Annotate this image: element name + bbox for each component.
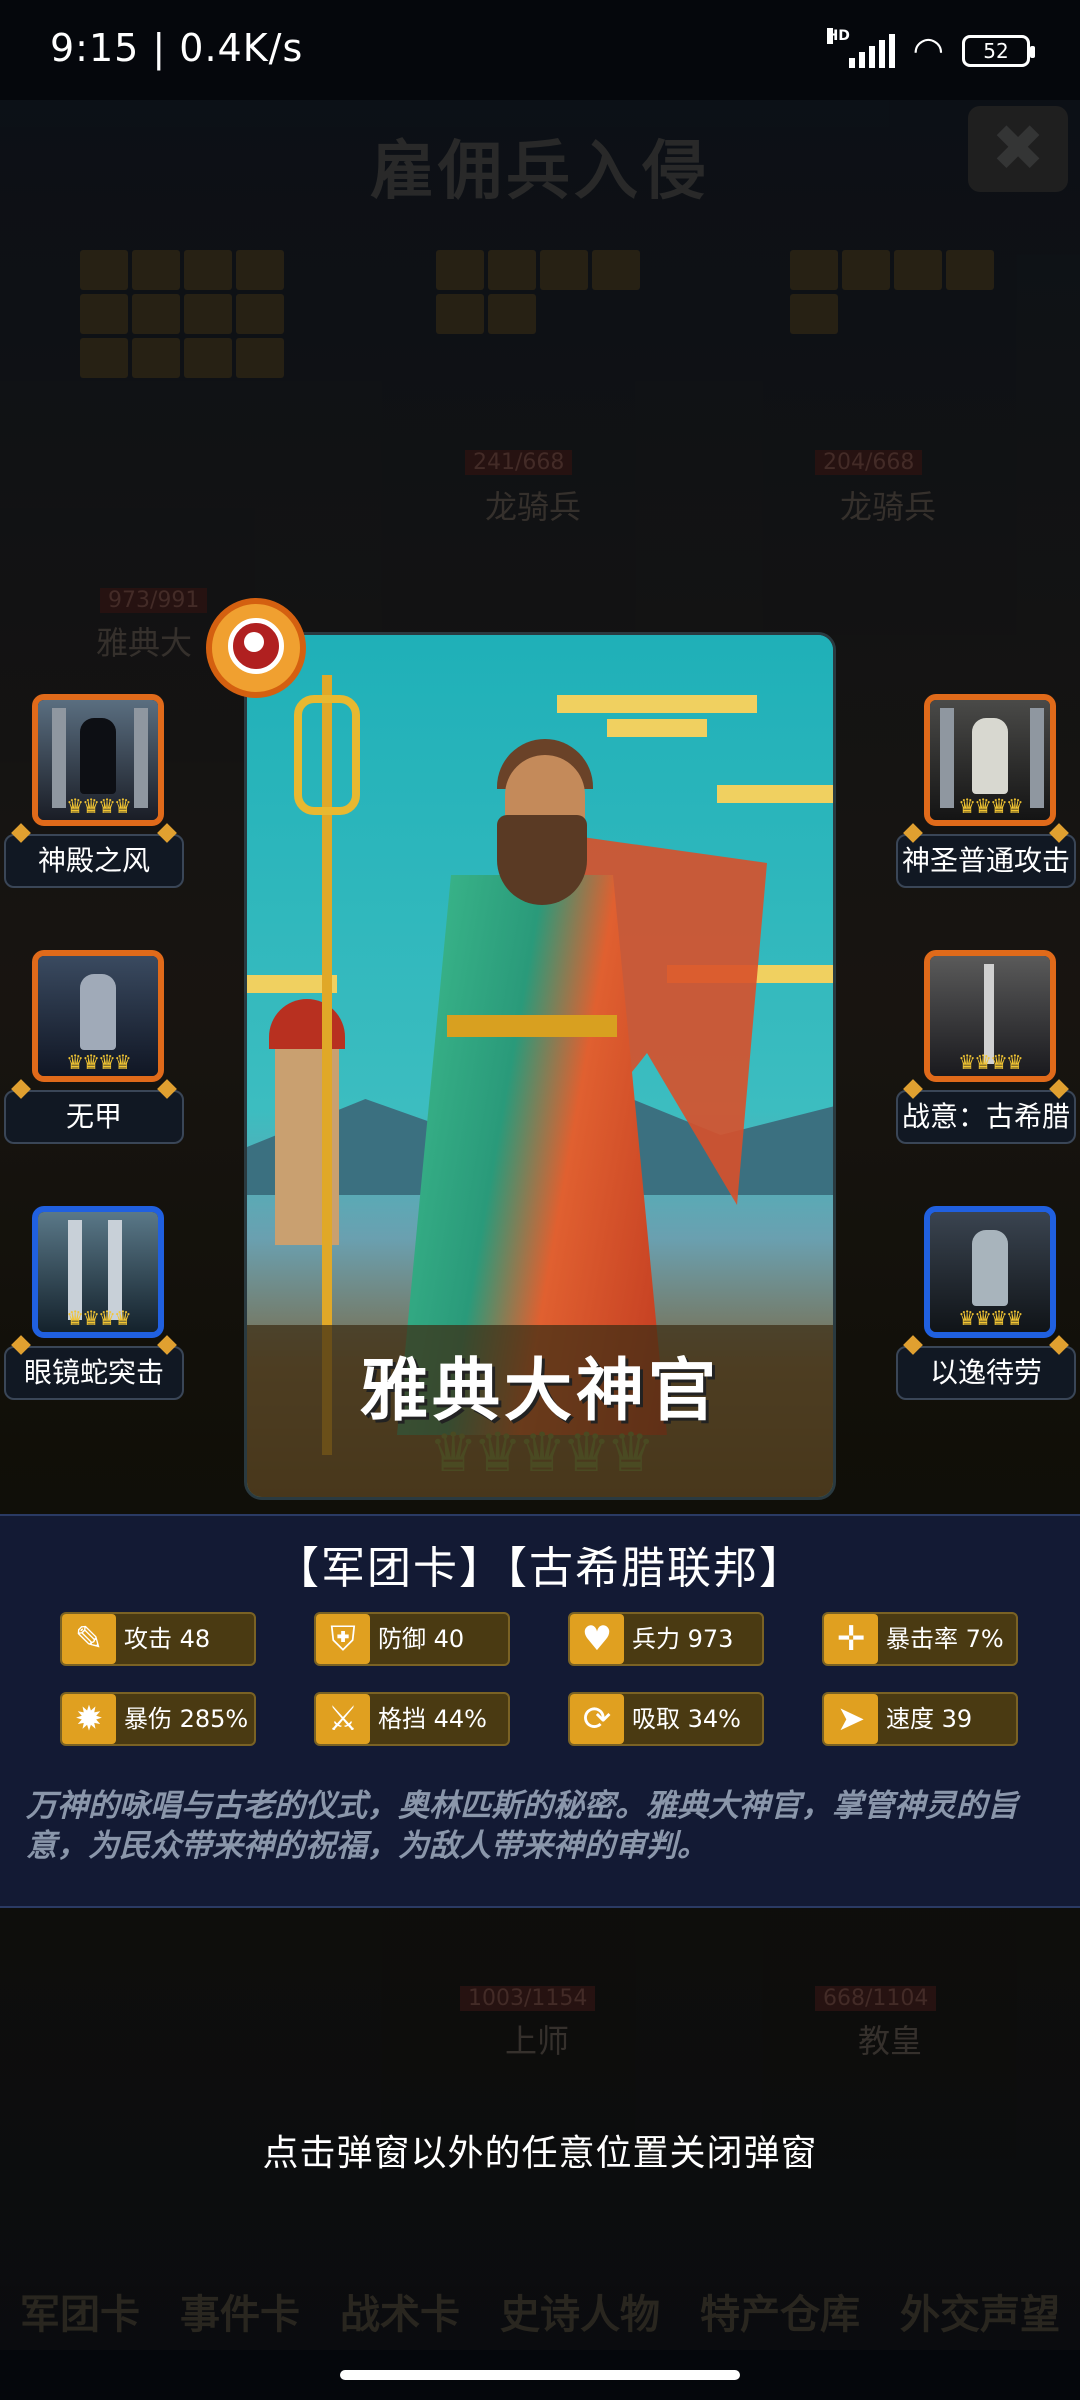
skill-no-armor[interactable]: ♛♛♛♛ 无甲 [4,950,184,1160]
stat-defense: ⛨ 防御 40 [314,1612,510,1666]
background-troop-name: 雅典大 [96,624,193,662]
nav-event-cards[interactable]: 事件卡 [180,2282,300,2340]
card-description: 万神的咏唱与古老的仪式，奥林匹斯的秘密。雅典大神官，掌管神灵的旨意，为民众带来神… [26,1788,1018,1864]
status-time-speed: 9:15 | 0.4K/s [50,26,304,70]
hero-card: 雅典大神官 ♛♛♛♛♛ [244,632,836,1500]
background-unit-grid [80,250,284,378]
nav-specialty-warehouse[interactable]: 特产仓库 [700,2282,860,2340]
skill-label: 神圣普通攻击 [896,834,1076,888]
stat-text: 防御 40 [378,1625,465,1653]
skill-frame: ♛♛♛♛ [32,1206,164,1338]
stat-text: 兵力 973 [632,1625,734,1653]
stat-text: 暴伤 285% [124,1705,249,1733]
gesture-nav-bar[interactable] [340,2370,740,2380]
stat-text: 速度 39 [886,1705,973,1733]
stat-crit-rate: ✛ 暴击率 7% [822,1612,1018,1666]
skill-frame: ♛♛♛♛ [32,950,164,1082]
stat-troops: ♥ 兵力 973 [568,1612,764,1666]
background-unit-grid [436,250,640,334]
background-troop-name: 龙骑兵 [485,488,582,526]
skill-label: 以逸待劳 [896,1346,1076,1400]
crown-rating: ♛♛♛♛ [958,1306,1024,1330]
background-troop-name: 上师 [505,2022,570,2060]
stat-text: 吸取 34% [632,1705,741,1733]
priest-beard [497,815,587,905]
crown-rating: ♛♛♛♛ [66,1050,132,1074]
boot-icon: ➤ [824,1694,878,1744]
nav-tactic-cards[interactable]: 战术卡 [340,2282,460,2340]
background-troop-name: 教皇 [858,2022,923,2060]
wifi-icon: ◠ [912,30,944,71]
background-hp-bar: 241/668 [465,450,573,475]
nav-legion-cards[interactable]: 军团卡 [20,2282,140,2340]
skill-frame: ♛♛♛♛ [924,1206,1056,1338]
crosshair-icon: ✛ [824,1614,878,1664]
crown-rating: ♛♛♛♛ [958,1050,1024,1074]
card-category-header: 【军团卡】【古希腊联邦】 [275,1543,805,1594]
skill-frame: ♛♛♛♛ [32,694,164,826]
crown-rating: ♛♛♛♛ [66,1306,132,1330]
background-hp-bar: 973/991 [100,588,208,613]
background-close-button[interactable]: ✖ [968,106,1068,192]
skill-temple-wind[interactable]: ♛♛♛♛ 神殿之风 [4,694,184,904]
skill-frame: ♛♛♛♛ [924,950,1056,1082]
crown-rating: ♛♛♛♛ [66,794,132,818]
card-name: 雅典大神官 [359,1352,720,1431]
shield-icon: ⛨ [316,1614,370,1664]
background-hp-bar: 204/668 [815,450,923,475]
heart-icon: ♥ [570,1614,624,1664]
skill-wait-at-ease[interactable]: ♛♛♛♛ 以逸待劳 [896,1206,1076,1416]
skill-war-spirit-greece[interactable]: ♛♛♛♛ 战意：古希腊 [896,950,1076,1160]
skill-cobra-strike[interactable]: ♛♛♛♛ 眼镜蛇突击 [4,1206,184,1416]
background-bottom-nav: 军团卡 事件卡 战术卡 史诗人物 特产仓库 外交声望 [0,2180,1080,2340]
stat-lifesteal: ⟳ 吸取 34% [568,1692,764,1746]
lifesteal-icon: ⟳ [570,1694,624,1744]
battery-icon: 52 [962,34,1035,67]
skill-frame: ♛♛♛♛ [924,694,1056,826]
skill-label: 无甲 [4,1090,184,1144]
stat-text: 格挡 44% [378,1705,487,1733]
attack-icon: ✎ [62,1614,116,1664]
stat-crit-damage: ✹ 暴伤 285% [60,1692,256,1746]
nav-diplomacy[interactable]: 外交声望 [900,2282,1060,2340]
crown-rating: ♛♛♛♛ [958,794,1024,818]
block-icon: ⚔ [316,1694,370,1744]
stat-speed: ➤ 速度 39 [822,1692,1018,1746]
stat-text: 暴击率 7% [886,1625,1004,1653]
stat-text: 攻击 48 [124,1625,211,1653]
priest-belt [447,1015,617,1037]
background-hp-bar: 1003/1154 [460,1986,596,2011]
skill-holy-attack[interactable]: ♛♛♛♛ 神圣普通攻击 [896,694,1076,904]
background-title: 雇佣兵入侵 [370,135,710,209]
card-crown-rating: ♛♛♛♛♛ [428,1421,655,1484]
stat-block: ⚔ 格挡 44% [314,1692,510,1746]
background-hp-bar: 668/1104 [815,1986,937,2011]
skill-label: 战意：古希腊 [896,1090,1076,1144]
nav-epic-figures[interactable]: 史诗人物 [500,2282,660,2340]
stat-attack: ✎ 攻击 48 [60,1612,256,1666]
background-unit-grid [790,250,994,334]
close-popup-hint: 点击弹窗以外的任意位置关闭弹窗 [262,2133,818,2174]
skill-label: 眼镜蛇突击 [4,1346,184,1400]
status-icons: HD ◠ 52 [826,27,1035,71]
burst-icon: ✹ [62,1694,116,1744]
status-bar: 9:15 | 0.4K/s HD ◠ 52 [0,0,1080,100]
network-type: HD [826,27,850,44]
signal-icon: HD [826,27,895,68]
rarity-badge-icon [206,598,306,698]
skill-label: 神殿之风 [4,834,184,888]
background-troop-name: 龙骑兵 [840,488,937,526]
card-info-panel: 【军团卡】【古希腊联邦】 ✎ 攻击 48 ⛨ 防御 40 ♥ 兵力 973 ✛ … [0,1514,1080,1908]
